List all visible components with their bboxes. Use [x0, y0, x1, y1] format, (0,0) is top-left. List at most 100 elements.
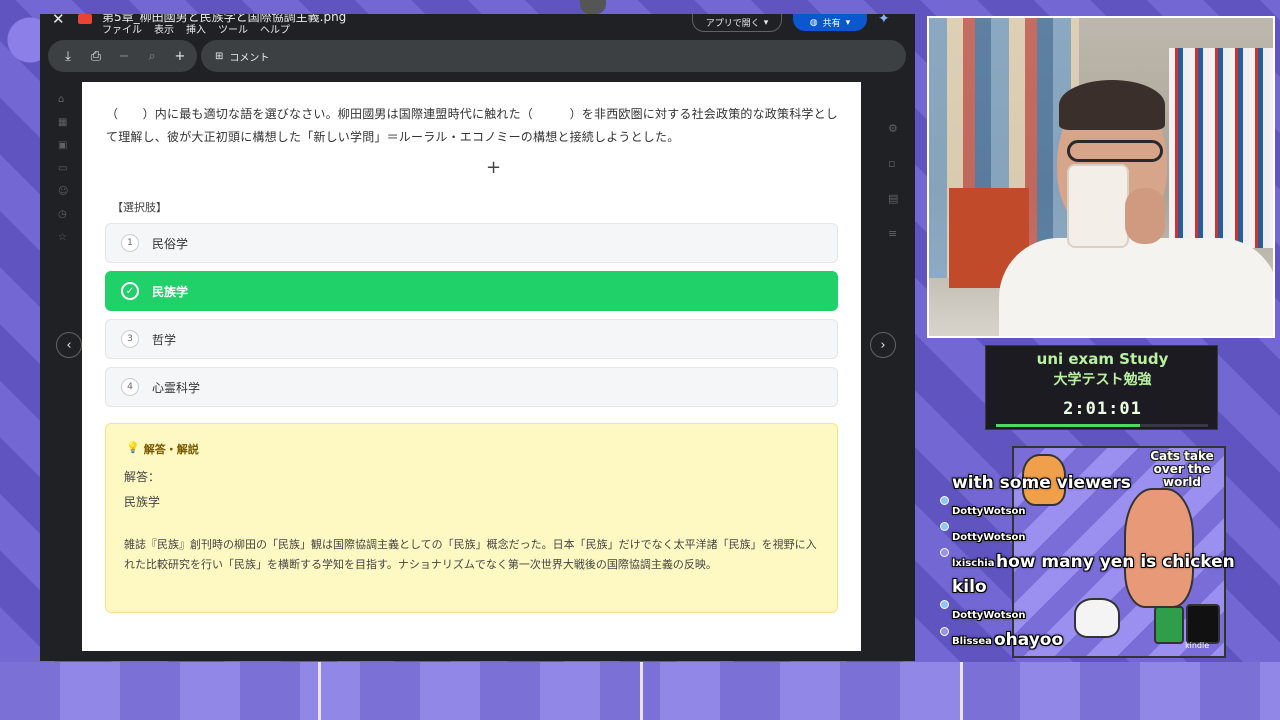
crosshair-cursor-icon: +	[486, 157, 502, 178]
study-timer-widget: uni exam Study 大学テスト勉強 2:01:01	[985, 345, 1218, 430]
option-number-badge: 3	[121, 330, 139, 348]
chat-username: DottyWotson	[952, 532, 1026, 543]
option-2-correct[interactable]: ✓ 民族学	[105, 271, 838, 311]
answer-explanation-box: 💡 解答・解説 解答： 民族学 雑誌『民族』創刊時の柳田の「民族」観は国際協調主…	[105, 423, 838, 613]
people-icon: ☺	[58, 186, 69, 197]
option-4[interactable]: 4 心霊科学	[105, 367, 838, 407]
menu-file[interactable]: ファイル	[102, 21, 142, 36]
chevron-down-icon: ▾	[763, 17, 769, 28]
background-divider	[318, 662, 321, 720]
kindle-logo-icon	[1186, 604, 1220, 644]
share-label: 共有	[822, 19, 841, 29]
comment-button[interactable]: ⊞ コメント	[201, 40, 906, 72]
chat-username: DottyWotson	[952, 506, 1026, 517]
kindle-label: kindle	[1185, 641, 1210, 650]
open-with-label: アプリで開く	[705, 19, 760, 29]
user-badge-icon	[940, 627, 949, 636]
chat-username: lxischia	[952, 558, 995, 569]
background-divider	[640, 662, 643, 720]
image-viewer-window: ✕ 第5章_柳田國男と民族学と国際協調主義.png ファイル 表示 挿入 ツール…	[40, 14, 915, 661]
zoom-toolbar: ⤓ ⎙ − ⌕ +	[48, 40, 197, 72]
globe-icon: ◍	[809, 17, 818, 28]
answer-title-text: 解答・解説	[143, 443, 199, 456]
option-1[interactable]: 1 民俗学	[105, 223, 838, 263]
menu-bar: ファイル 表示 挿入 ツール ヘルプ	[102, 21, 290, 36]
answer-value: 民族学	[124, 495, 161, 509]
question-text: （ ）内に最も適切な語を選びなさい。柳田國男は国際連盟時代に触れた（ ）を非西欧…	[106, 107, 839, 144]
grid-icon: ▤	[888, 192, 899, 205]
menu-tools[interactable]: ツール	[218, 21, 248, 36]
user-badge-icon	[940, 548, 949, 557]
home-icon: ⌂	[58, 94, 65, 105]
title-bar: ✕ 第5章_柳田國男と民族学と国際協調主義.png ファイル 表示 挿入 ツール…	[40, 14, 915, 40]
background-divider	[960, 662, 963, 720]
answer-label: 解答：	[124, 470, 161, 484]
chat-message: how many yen is chicken	[996, 552, 1235, 572]
menu-view[interactable]: 表示	[154, 21, 174, 36]
coffee-mug	[1067, 164, 1129, 248]
list-icon: ≡	[888, 227, 898, 240]
timer-time: 2:01:01	[1063, 399, 1142, 419]
glasses	[1067, 140, 1163, 162]
cat-illustration	[1074, 598, 1120, 638]
share-button[interactable]: ◍ 共有 ▾	[793, 14, 867, 31]
chat-message: ohayoo	[994, 630, 1064, 650]
user-badge-icon	[940, 496, 949, 505]
bookshelf	[1169, 48, 1273, 248]
checkmark-icon: ✓	[121, 282, 139, 300]
zoom-icon[interactable]: ⌕	[140, 44, 164, 68]
open-with-app-button[interactable]: アプリで開く ▾	[692, 14, 782, 32]
chat-username: Blissea	[952, 636, 992, 647]
star-icon: ☆	[58, 232, 67, 243]
options-header: 【選択肢】	[112, 201, 167, 214]
cats-panel-title: Cats take over the world	[1150, 449, 1214, 489]
option-label: 民族学	[152, 284, 189, 299]
option-label: 哲学	[152, 332, 177, 347]
streamer-shirt	[999, 238, 1273, 336]
comment-add-icon: ⊞	[215, 50, 224, 62]
chat-username: DottyWotson	[952, 610, 1026, 621]
comment-label: コメント	[229, 52, 270, 64]
monitor-icon: ▭	[58, 163, 68, 174]
close-icon[interactable]: ✕	[52, 14, 65, 27]
user-badge-icon	[940, 522, 949, 531]
chevron-down-icon: ▾	[845, 17, 851, 28]
menu-insert[interactable]: 挿入	[186, 21, 206, 36]
pixel-sprite	[580, 0, 606, 14]
download-icon[interactable]: ⤓	[56, 44, 80, 68]
document-page: （ ）内に最も適切な語を選びなさい。柳田國男は国際連盟時代に触れた（ ）を非西欧…	[82, 82, 861, 651]
timer-progress-fill	[996, 424, 1141, 427]
answer-title: 💡 解答・解説	[126, 441, 199, 457]
timer-subtitle: 大学テスト勉強	[1053, 372, 1152, 388]
chat-message: kilo	[952, 577, 987, 597]
zoom-in-icon[interactable]: +	[168, 44, 192, 68]
webcam-feed	[927, 16, 1275, 338]
zoom-out-icon[interactable]: −	[112, 44, 136, 68]
streamer-hair	[1059, 80, 1165, 130]
option-label: 心霊科学	[152, 380, 201, 395]
cat-illustration	[1124, 488, 1194, 608]
chat-message: with some viewers	[952, 473, 1131, 493]
gemini-sparkle-icon[interactable]: ✦	[878, 14, 890, 26]
next-image-button[interactable]: ›	[870, 332, 896, 358]
lock-icon: ▫	[888, 157, 896, 170]
print-icon[interactable]: ⎙	[84, 44, 108, 68]
image-file-icon	[78, 14, 92, 24]
settings-icon: ⚙	[888, 122, 898, 135]
background-side-icons: ⚙ ▫ ▤ ≡	[888, 122, 902, 240]
option-3[interactable]: 3 哲学	[105, 319, 838, 359]
calendar-icon: ▦	[58, 117, 68, 128]
user-badge-icon	[940, 600, 949, 609]
previous-image-button[interactable]: ‹	[56, 332, 82, 358]
webtoon-logo-icon	[1154, 606, 1184, 644]
explanation-text: 雑誌『民族』創刊時の柳田の「民族」観は国際協調主義としての「民族」概念だった。日…	[124, 538, 817, 571]
option-number-badge: 4	[121, 378, 139, 396]
hand	[1125, 188, 1165, 244]
option-label: 民俗学	[152, 236, 189, 251]
image-icon: ▣	[58, 140, 68, 151]
clock-icon: ◷	[58, 209, 67, 220]
timer-title: uni exam Study	[1036, 350, 1169, 368]
option-number-badge: 1	[121, 234, 139, 252]
background-app-icons: ⌂ ▦ ▣ ▭ ☺ ◷ ☆	[58, 94, 72, 243]
menu-help[interactable]: ヘルプ	[260, 21, 290, 36]
